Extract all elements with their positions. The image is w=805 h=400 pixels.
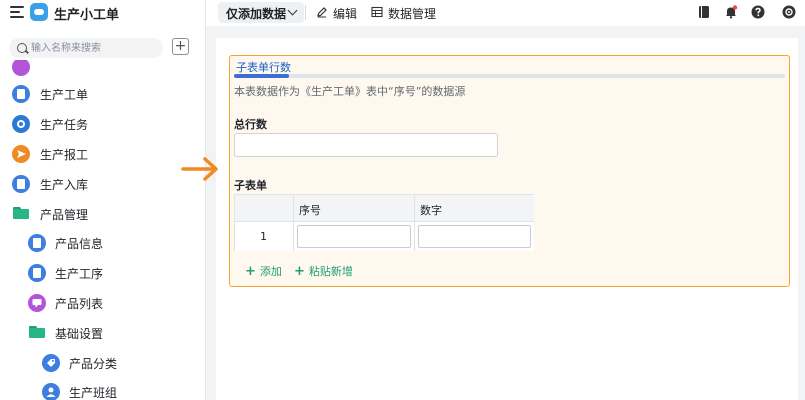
sidebar-item-label: 生产工单 bbox=[40, 88, 89, 102]
form-canvas: 子表单行数 本表数据作为《生产工单》表中“序号”的数据源 总行数 子表单 序号 … bbox=[206, 26, 805, 400]
notification-bell-icon[interactable] bbox=[724, 5, 738, 19]
subform-label: 子表单 bbox=[234, 179, 267, 192]
app-header: 生产小工单 bbox=[0, 0, 205, 26]
subform-rows-card[interactable]: 子表单行数 本表数据作为《生产工单》表中“序号”的数据源 总行数 子表单 序号 … bbox=[229, 55, 790, 287]
sidebar-item-production-report[interactable]: 生产报工 bbox=[0, 142, 205, 166]
book-icon[interactable] bbox=[697, 5, 711, 19]
app-logo-icon bbox=[30, 3, 48, 21]
sidebar-item-label: 产品列表 bbox=[55, 297, 104, 311]
paste-add-label: 粘贴新增 bbox=[308, 265, 353, 278]
card-description: 本表数据作为《生产工单》表中“序号”的数据源 bbox=[234, 85, 466, 98]
user-icon bbox=[42, 383, 60, 400]
add-row-button[interactable]: + 添加 bbox=[245, 263, 282, 279]
sidebar-item-label: 产品分类 bbox=[69, 357, 118, 371]
table-header-index bbox=[235, 195, 294, 222]
sidebar-item-production-storage[interactable]: 生产入库 bbox=[0, 172, 205, 196]
settings-gear-icon[interactable] bbox=[782, 5, 796, 19]
sidebar-item-product-category[interactable]: 产品分类 bbox=[0, 351, 205, 375]
send-icon bbox=[12, 145, 30, 163]
pointer-arrow-icon bbox=[181, 157, 218, 181]
number-input[interactable] bbox=[418, 225, 531, 248]
mode-dropdown-label: 仅添加数据 bbox=[226, 7, 287, 21]
play-circle-icon bbox=[12, 115, 30, 133]
sidebar-item-production-team[interactable]: 生产班组 bbox=[0, 380, 205, 400]
edit-button[interactable]: 编辑 bbox=[316, 4, 366, 22]
tag-icon bbox=[42, 354, 60, 372]
card-title: 子表单行数 bbox=[236, 61, 291, 74]
search-box[interactable] bbox=[9, 38, 163, 58]
seq-input[interactable] bbox=[297, 225, 411, 248]
sidebar-item-product-list[interactable]: 产品列表 bbox=[0, 291, 205, 315]
document-icon bbox=[28, 234, 46, 252]
plus-icon: + bbox=[245, 264, 256, 279]
sidebar-search-row: + bbox=[0, 36, 205, 60]
add-row-label: 添加 bbox=[259, 265, 282, 278]
sidebar: 生产小工单 + 生产工单 生产任务 生产报工 生产入库 产品管理 产品 bbox=[0, 0, 206, 400]
paste-add-button[interactable]: + 粘贴新增 bbox=[294, 263, 353, 279]
sidebar-item-production-order[interactable]: 生产工单 bbox=[0, 82, 205, 106]
sidebar-item-label: 生产入库 bbox=[40, 178, 89, 192]
sidebar-item-label: 产品信息 bbox=[55, 237, 104, 251]
pencil-icon bbox=[317, 7, 327, 18]
table-icon bbox=[371, 6, 383, 18]
progress-bar-fill bbox=[234, 74, 290, 78]
app-title: 生产小工单 bbox=[54, 8, 120, 23]
search-input[interactable] bbox=[31, 38, 159, 58]
help-icon[interactable] bbox=[751, 5, 765, 19]
sidebar-item-product-info[interactable]: 产品信息 bbox=[0, 231, 205, 255]
document-icon bbox=[28, 264, 46, 282]
folder-icon bbox=[13, 207, 29, 219]
toolbar-divider bbox=[305, 5, 306, 20]
mode-dropdown[interactable]: 仅添加数据 bbox=[218, 2, 304, 23]
data-manage-button-label: 数据管理 bbox=[388, 7, 437, 21]
add-item-button[interactable]: + bbox=[172, 38, 189, 55]
search-icon bbox=[17, 43, 27, 53]
document-icon bbox=[12, 85, 30, 103]
sidebar-item-production-process[interactable]: 生产工序 bbox=[0, 261, 205, 285]
table-cell-number bbox=[415, 222, 534, 251]
table-header-seq: 序号 bbox=[294, 195, 415, 222]
chat-icon bbox=[12, 58, 30, 76]
sidebar-item-label: 生产报工 bbox=[40, 148, 89, 162]
data-manage-button[interactable]: 数据管理 bbox=[371, 4, 441, 22]
document-icon bbox=[12, 175, 30, 193]
sidebar-item-label: 产品管理 bbox=[40, 208, 89, 222]
chevron-down-icon bbox=[287, 5, 298, 16]
menu-toggle-icon[interactable] bbox=[10, 6, 24, 18]
subform-table: 序号 数字 1 bbox=[234, 194, 534, 251]
plus-icon: + bbox=[294, 264, 305, 279]
sidebar-item-basic-settings[interactable]: 基础设置 bbox=[0, 321, 205, 345]
toolbar: 仅添加数据 编辑 数据管理 bbox=[206, 0, 805, 26]
table-header-number: 数字 bbox=[415, 195, 534, 222]
total-rows-input[interactable] bbox=[234, 133, 498, 157]
sidebar-item-label: 生产任务 bbox=[40, 118, 89, 132]
progress-bar bbox=[234, 74, 785, 78]
sidebar-item-product-management[interactable]: 产品管理 bbox=[0, 202, 205, 226]
form-area: 子表单行数 本表数据作为《生产工单》表中“序号”的数据源 总行数 子表单 序号 … bbox=[216, 38, 798, 400]
sidebar-item-label: 基础设置 bbox=[55, 327, 104, 341]
sidebar-item-production-task[interactable]: 生产任务 bbox=[0, 112, 205, 136]
edit-button-label: 编辑 bbox=[333, 7, 358, 21]
table-cell-seq bbox=[294, 222, 415, 251]
sidebar-item-label: 生产工序 bbox=[55, 267, 104, 281]
total-rows-label: 总行数 bbox=[234, 118, 267, 131]
table-row-index: 1 bbox=[235, 222, 294, 251]
folder-icon bbox=[29, 326, 45, 338]
sidebar-item-label: 生产班组 bbox=[69, 386, 118, 400]
chat-icon bbox=[28, 294, 46, 312]
